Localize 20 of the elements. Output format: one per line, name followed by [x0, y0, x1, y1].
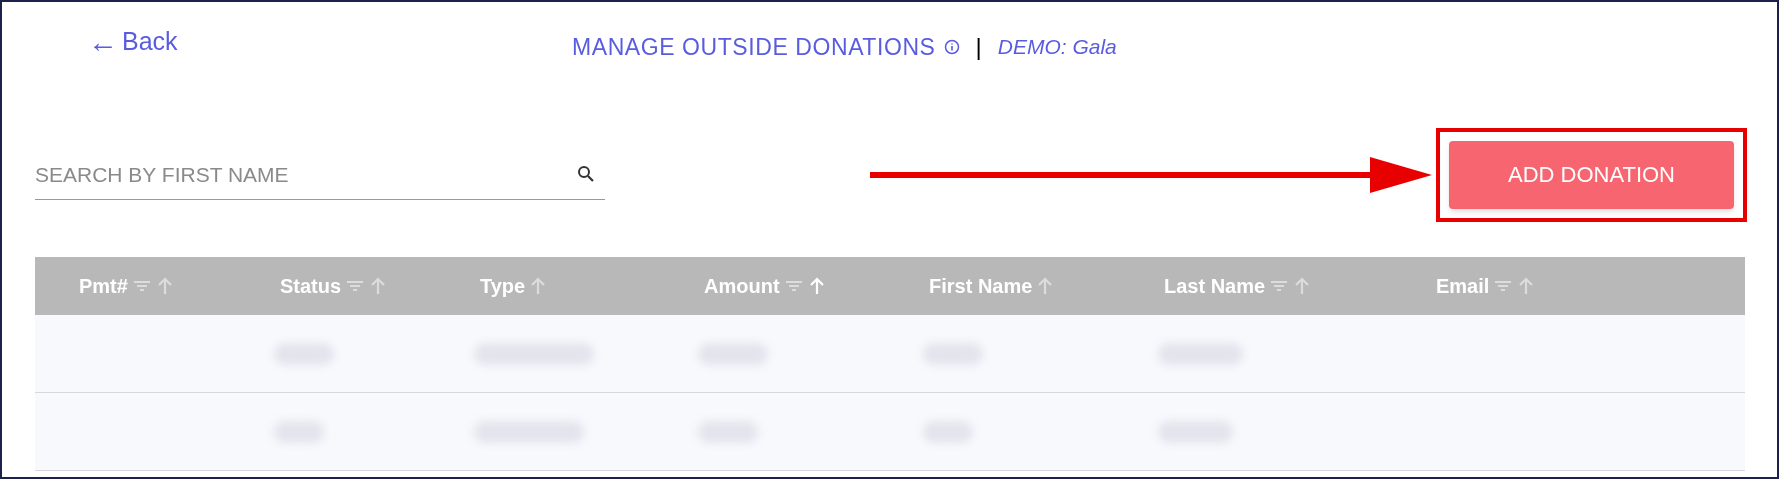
filter-icon[interactable]: [1493, 279, 1514, 293]
back-link[interactable]: ←Back: [88, 23, 508, 61]
column-header[interactable]: Type: [480, 271, 526, 301]
add-donation-button[interactable]: ADD DONATION: [1449, 140, 1734, 209]
info-icon[interactable]: [943, 39, 960, 55]
filter-icon[interactable]: [783, 279, 804, 293]
search-icon[interactable]: [577, 165, 595, 184]
search-field[interactable]: SEARCH BY FIRST NAME: [35, 159, 605, 200]
column-header[interactable]: Pmt#: [79, 271, 128, 301]
filter-icon[interactable]: [345, 279, 366, 293]
column-header[interactable]: Amount: [704, 271, 780, 301]
filter-icon[interactable]: [1269, 279, 1290, 293]
column-header[interactable]: Status: [280, 271, 342, 301]
column-header[interactable]: Last Name: [1164, 271, 1266, 301]
filter-icon[interactable]: [131, 279, 152, 293]
column-header[interactable]: First Name: [929, 271, 1033, 301]
column-header[interactable]: Email: [1436, 271, 1490, 301]
event-name: DEMO: Gala: [997, 34, 1117, 61]
title-separator: |: [975, 32, 982, 62]
page-title: MANAGE OUTSIDE DONATIONS: [572, 32, 936, 62]
